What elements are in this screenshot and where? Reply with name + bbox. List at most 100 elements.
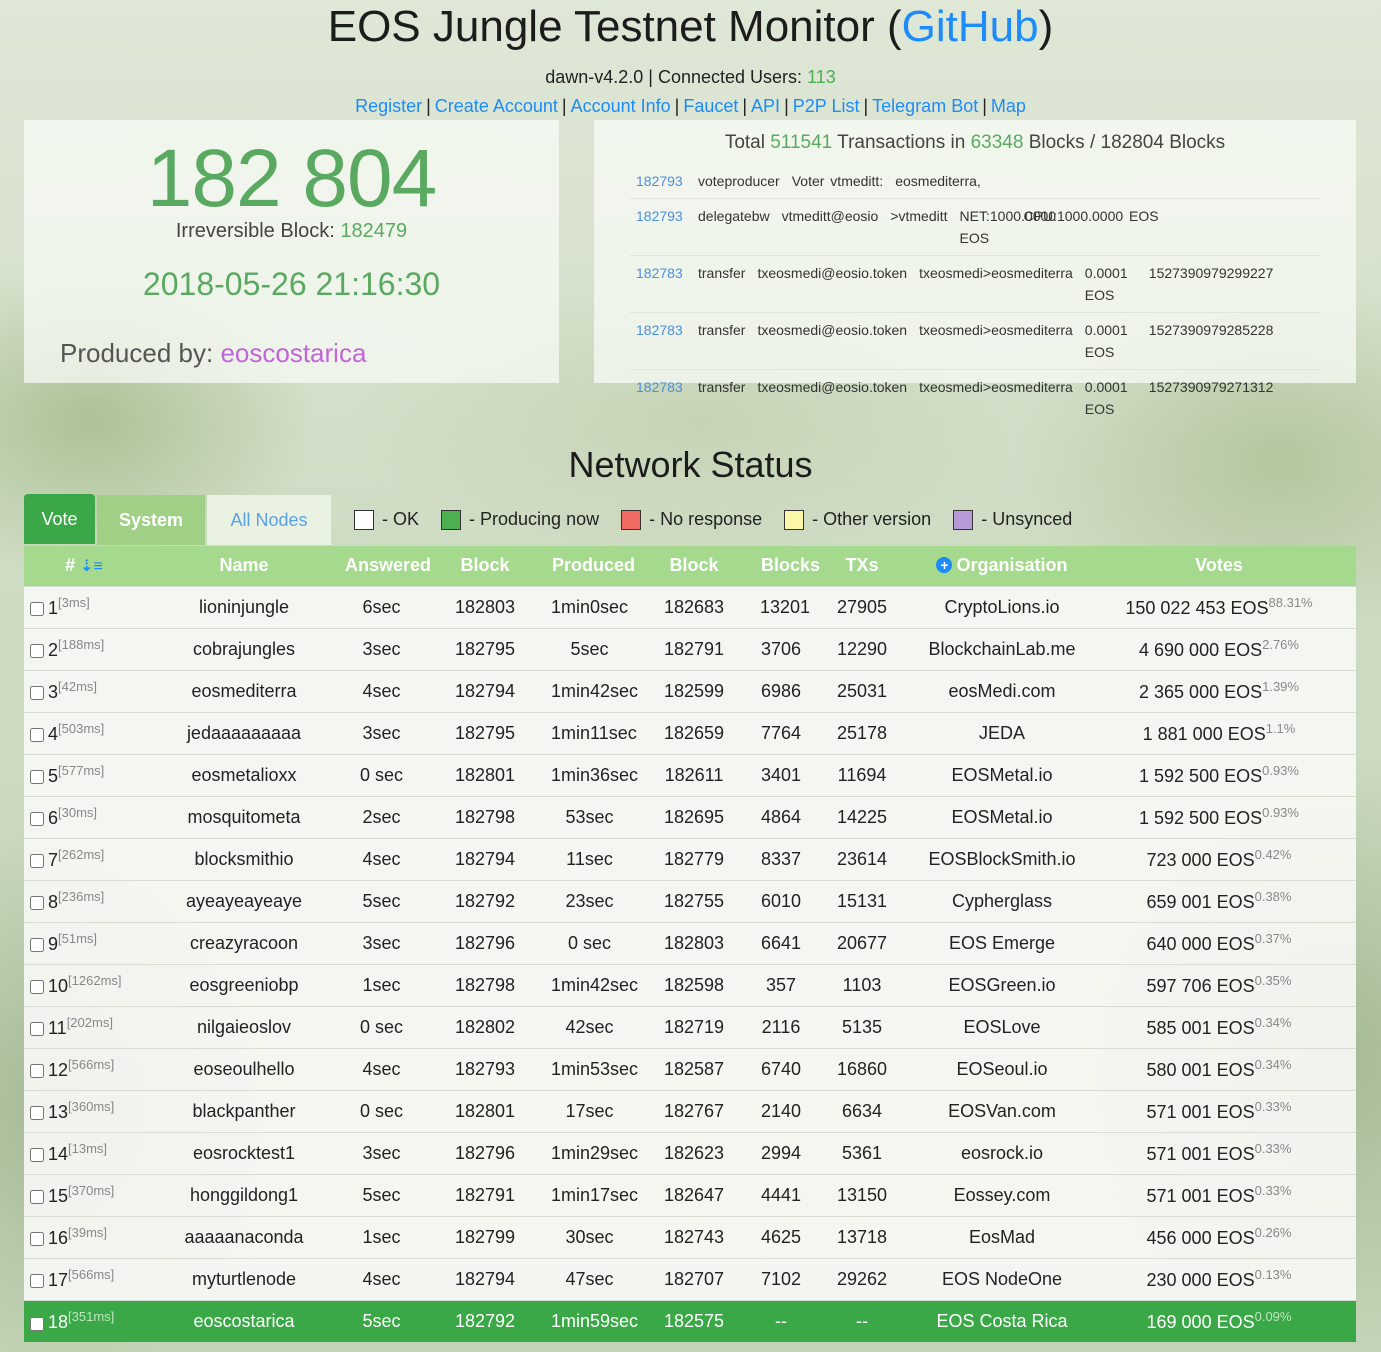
vote-checkbox[interactable] — [30, 812, 44, 827]
col-header-name[interactable]: Name — [144, 546, 344, 586]
vote-checkbox[interactable] — [30, 854, 44, 869]
tx-block-link[interactable]: 182783 — [636, 376, 698, 420]
vote-checkbox[interactable] — [30, 1022, 44, 1037]
table-row[interactable]: 8[236ms] ayeayeayeaye 5sec 182792 23sec 18275… — [24, 880, 1356, 922]
tx-block-link[interactable]: 182793 — [636, 170, 698, 192]
producer-name-cell[interactable]: eoscostarica — [144, 1300, 344, 1342]
organisation-cell[interactable]: BlockchainLab.me — [922, 628, 1082, 670]
table-row[interactable]: 5[577ms] eosmetalioxx 0 sec 182801 1min36sec… — [24, 754, 1356, 796]
col-header-blocks[interactable]: Blocks — [760, 546, 820, 586]
tab-all-nodes[interactable]: All Nodes — [207, 495, 331, 545]
table-row[interactable]: 3[42ms] eosmediterra 4sec 182794 1min42sec 18… — [24, 670, 1356, 712]
producer-name-cell[interactable]: ayeayeayeaye — [144, 880, 344, 922]
organisation-cell[interactable]: EOSGreen.io — [922, 964, 1082, 1006]
nav-register-link[interactable]: Register — [355, 96, 422, 116]
table-row[interactable]: 6[30ms] mosquitometa 2sec 182798 53sec 182695… — [24, 796, 1356, 838]
vote-checkbox[interactable] — [30, 1148, 44, 1163]
vote-checkbox[interactable] — [30, 1232, 44, 1247]
nav-map-link[interactable]: Map — [991, 96, 1026, 116]
col-header-block[interactable]: Block — [419, 546, 551, 586]
col-header-votes[interactable]: Votes — [1082, 546, 1356, 586]
organisation-cell[interactable]: EOSBlockSmith.io — [922, 838, 1082, 880]
sort-icon[interactable]: ⇣≡ — [80, 558, 103, 575]
vote-checkbox[interactable] — [30, 686, 44, 701]
vote-checkbox[interactable] — [30, 602, 44, 617]
organisation-cell[interactable]: EOSVan.com — [922, 1090, 1082, 1132]
table-row[interactable]: 4[503ms] jedaaaaaaaaa 3sec 182795 1min11sec 1… — [24, 712, 1356, 754]
tx-block-link[interactable]: 182793 — [636, 205, 698, 249]
col-header-produced-block[interactable]: Block — [628, 546, 760, 586]
organisation-cell[interactable]: eosMedi.com — [922, 670, 1082, 712]
producer-name-cell[interactable]: aaaaanaconda — [144, 1216, 344, 1258]
producer-name-cell[interactable]: lioninjungle — [144, 586, 344, 628]
vote-checkbox[interactable] — [30, 896, 44, 911]
producer-name-cell[interactable]: blocksmithio — [144, 838, 344, 880]
nav-p2p-list-link[interactable]: P2P List — [793, 96, 860, 116]
vote-checkbox[interactable] — [30, 1316, 44, 1331]
producer-name-cell[interactable]: myturtlenode — [144, 1258, 344, 1300]
organisation-cell[interactable]: CryptoLions.io — [922, 586, 1082, 628]
table-row[interactable]: 1[3ms] lioninjungle 6sec 182803 1min0sec 1826… — [24, 586, 1356, 628]
tab-vote[interactable]: Vote — [24, 494, 95, 544]
producer-name-cell[interactable]: creazyracoon — [144, 922, 344, 964]
producer-name-cell[interactable]: nilgaieoslov — [144, 1006, 344, 1048]
producer-name-cell[interactable]: jedaaaaaaaaa — [144, 712, 344, 754]
table-row[interactable]: 12[566ms] eoseoulhello 4sec 182793 1min53sec… — [24, 1048, 1356, 1090]
vote-checkbox[interactable] — [30, 938, 44, 953]
organisation-cell[interactable]: EOS NodeOne — [922, 1258, 1082, 1300]
organisation-cell[interactable]: JEDA — [922, 712, 1082, 754]
vote-checkbox[interactable] — [30, 770, 44, 785]
organisation-cell[interactable]: EOSeoul.io — [922, 1048, 1082, 1090]
producer-name-cell[interactable]: cobrajungles — [144, 628, 344, 670]
table-row[interactable]: 18[351ms] eoscostarica 5sec 182792 1min59sec… — [24, 1300, 1356, 1342]
nav-account-info-link[interactable]: Account Info — [571, 96, 671, 116]
col-header-answered[interactable]: Answered — [344, 546, 431, 586]
col-header-produced[interactable]: Produced — [551, 546, 635, 586]
producer-name-cell[interactable]: honggildong1 — [144, 1174, 344, 1216]
producer-name-cell[interactable]: eosrocktest1 — [144, 1132, 344, 1174]
table-row[interactable]: 7[262ms] blocksmithio 4sec 182794 11sec 18277… — [24, 838, 1356, 880]
plus-circle-icon[interactable]: + — [936, 557, 953, 574]
producer-name-cell[interactable]: eosmediterra — [144, 670, 344, 712]
table-row[interactable]: 14[13ms] eosrocktest1 3sec 182796 1min29sec 1… — [24, 1132, 1356, 1174]
organisation-cell[interactable]: EOSLove — [922, 1006, 1082, 1048]
table-row[interactable]: 13[360ms] blackpanther 0 sec 182801 17sec 182… — [24, 1090, 1356, 1132]
vote-checkbox[interactable] — [30, 1064, 44, 1079]
organisation-cell[interactable]: EOSMetal.io — [922, 796, 1082, 838]
producer-name-cell[interactable]: mosquitometa — [144, 796, 344, 838]
col-header-txs[interactable]: TXs — [802, 546, 922, 586]
producer-name-cell[interactable]: eosgreeniobp — [144, 964, 344, 1006]
table-row[interactable]: 15[370ms] honggildong1 5sec 182791 1min17sec… — [24, 1174, 1356, 1216]
tx-block-link[interactable]: 182783 — [636, 319, 698, 363]
vote-checkbox[interactable] — [30, 1106, 44, 1121]
producer-name-cell[interactable]: eosmetalioxx — [144, 754, 344, 796]
tab-system[interactable]: System — [97, 495, 205, 545]
vote-checkbox[interactable] — [30, 644, 44, 659]
col-header-organisation[interactable]: + Organisation — [922, 546, 1082, 586]
tx-block-link[interactable]: 182783 — [636, 262, 698, 306]
organisation-cell[interactable]: EosMad — [922, 1216, 1082, 1258]
vote-checkbox[interactable] — [30, 980, 44, 995]
nav-faucet-link[interactable]: Faucet — [683, 96, 738, 116]
producer-name-cell[interactable]: blackpanther — [144, 1090, 344, 1132]
table-row[interactable]: 2[188ms] cobrajungles 3sec 182795 5sec 182791… — [24, 628, 1356, 670]
vote-checkbox[interactable] — [30, 728, 44, 743]
nav-telegram-bot-link[interactable]: Telegram Bot — [872, 96, 978, 116]
table-row[interactable]: 11[202ms] nilgaieoslov 0 sec 182802 42sec 182… — [24, 1006, 1356, 1048]
organisation-cell[interactable]: eosrock.io — [922, 1132, 1082, 1174]
organisation-cell[interactable]: EOSMetal.io — [922, 754, 1082, 796]
organisation-cell[interactable]: EOS Costa Rica — [922, 1300, 1082, 1342]
table-row[interactable]: 10[1262ms] eosgreeniobp 1sec 182798 1min42se… — [24, 964, 1356, 1006]
vote-checkbox[interactable] — [30, 1190, 44, 1205]
vote-checkbox[interactable] — [30, 1274, 44, 1289]
organisation-cell[interactable]: EOS Emerge — [922, 922, 1082, 964]
nav-api-link[interactable]: API — [751, 96, 780, 116]
organisation-cell[interactable]: Eossey.com — [922, 1174, 1082, 1216]
table-row[interactable]: 16[39ms] aaaaanaconda 1sec 182799 30sec 18274… — [24, 1216, 1356, 1258]
github-link[interactable]: GitHub — [902, 2, 1039, 51]
table-row[interactable]: 17[566ms] myturtlenode 4sec 182794 47sec 1827… — [24, 1258, 1356, 1300]
producer-name-cell[interactable]: eoseoulhello — [144, 1048, 344, 1090]
organisation-cell[interactable]: Cypherglass — [922, 880, 1082, 922]
table-row[interactable]: 9[51ms] creazyracoon 3sec 182796 0 sec 182803… — [24, 922, 1356, 964]
col-header-number[interactable]: # ⇣≡ — [24, 546, 144, 586]
